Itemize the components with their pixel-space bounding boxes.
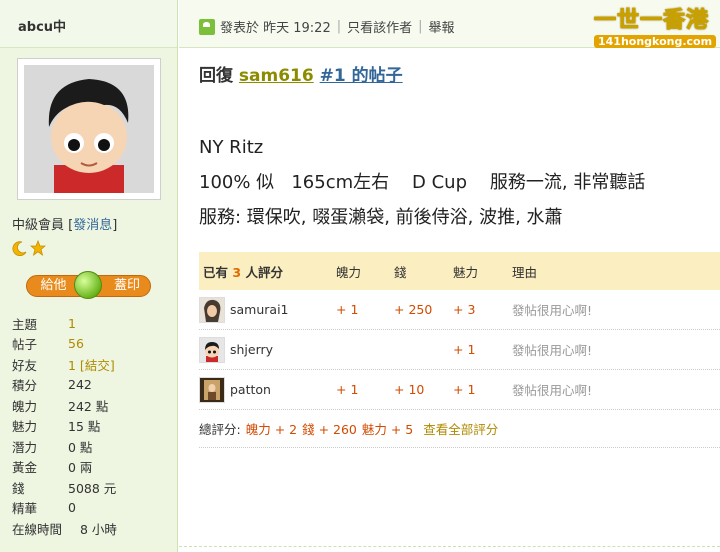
rater-avatar[interactable] (199, 336, 225, 363)
member-level: 中級會員 [發消息] (12, 218, 118, 233)
content-line: NY Ritz (199, 137, 264, 158)
post-header: 發表於 昨天 19:22 | 只看該作者 | 舉報 一世一香港 141hongk… (179, 0, 720, 48)
avatar-image (24, 65, 154, 193)
rating-row: shjerry + 1 發帖很用心啊! (199, 330, 720, 370)
stat-row: 錢 5088 元 (12, 480, 117, 496)
rating-table: 已有 3 人評分 魄力 錢 魅力 理由 samurai1 + 1 + 250 +… (199, 252, 720, 448)
username[interactable]: abcu中 (0, 0, 177, 48)
post-time: 發表於 昨天 19:22 (220, 21, 331, 36)
stat-row: 在線時間 8 小時 (12, 521, 117, 537)
online-icon (199, 18, 215, 35)
content-line: 服務: 環保吹, 啜蛋瀨袋, 前後侍浴, 波推, 水蕭 (199, 207, 563, 228)
rater-avatar[interactable] (199, 296, 225, 323)
give-button[interactable]: 給他 (26, 275, 81, 297)
view-all-ratings-link[interactable]: 查看全部評分 (423, 419, 498, 438)
post-meta: 發表於 昨天 19:22 | 只看該作者 | 舉報 (199, 17, 455, 36)
rating-count: 3 (232, 264, 242, 280)
add-friend-link[interactable]: 結交 (85, 358, 110, 373)
reply-user-link[interactable]: sam616 (239, 66, 314, 86)
stat-row: 魄力 242 點 (12, 398, 109, 414)
total-charm: 魅力 + 5 (361, 422, 414, 437)
stat-row: 潛力 0 點 (12, 439, 93, 455)
reply-title: 回復 sam616 #1 的帖子 (199, 66, 403, 86)
medals (12, 240, 46, 256)
content-line: 100% 似 165cm左右 D Cup 服務一流, 非常聽話 (199, 172, 646, 193)
moon-icon (12, 241, 27, 256)
stat-row: 魅力 15 點 (12, 419, 101, 435)
rating-row: patton + 1 + 10 + 1 發帖很用心啊! (199, 370, 720, 410)
stat-row: 精華 0 (12, 500, 76, 517)
rater-name[interactable]: shjerry (230, 342, 273, 357)
stat-row: 主題 1 (12, 315, 76, 332)
user-sidebar: abcu中 中級會員 [發消息] 給他 蓋印 主題 1 帖子 56 好友 1 [… (0, 0, 178, 552)
rater-name[interactable]: patton (230, 382, 271, 397)
only-author-link[interactable]: 只看該作者 (347, 17, 412, 36)
total-power: 魄力 + 2 (245, 422, 298, 437)
level-text: 中級會員 (12, 218, 65, 233)
green-ball-icon (74, 271, 102, 299)
rating-summary: 總評分: 魄力 + 2 錢 + 260 魅力 + 5 查看全部評分 (199, 410, 720, 448)
divider (179, 546, 720, 547)
rating-header: 已有 3 人評分 魄力 錢 魅力 理由 (199, 252, 720, 290)
total-money: 錢 + 260 (302, 422, 357, 437)
stat-row: 好友 1 [結交] (12, 357, 115, 373)
stat-row: 帖子 56 (12, 336, 84, 353)
reply-post-link[interactable]: #1 的帖子 (320, 66, 403, 86)
post-content: NY Ritz 100% 似 165cm左右 D Cup 服務一流, 非常聽話 … (199, 130, 645, 235)
report-link[interactable]: 舉報 (429, 17, 455, 36)
rater-avatar[interactable] (199, 376, 225, 403)
stat-row: 積分 242 (12, 377, 92, 394)
give-stamp-control: 給他 蓋印 (26, 271, 151, 299)
avatar[interactable] (17, 58, 161, 200)
star-icon (30, 240, 46, 256)
post-main: 發表於 昨天 19:22 | 只看該作者 | 舉報 一世一香港 141hongk… (179, 0, 720, 552)
rater-name[interactable]: samurai1 (230, 302, 289, 317)
send-message-link[interactable]: 發消息 (73, 218, 112, 233)
rating-row: samurai1 + 1 + 250 + 3 發帖很用心啊! (199, 290, 720, 330)
site-logo[interactable]: 一世一香港 141hongkong.com (594, 2, 717, 48)
stat-row: 黃金 0 兩 (12, 460, 93, 476)
user-stats: 主題 1 帖子 56 好友 1 [結交] 積分 242 魄力 242 點 魅力 15 點 潛… (12, 313, 117, 539)
